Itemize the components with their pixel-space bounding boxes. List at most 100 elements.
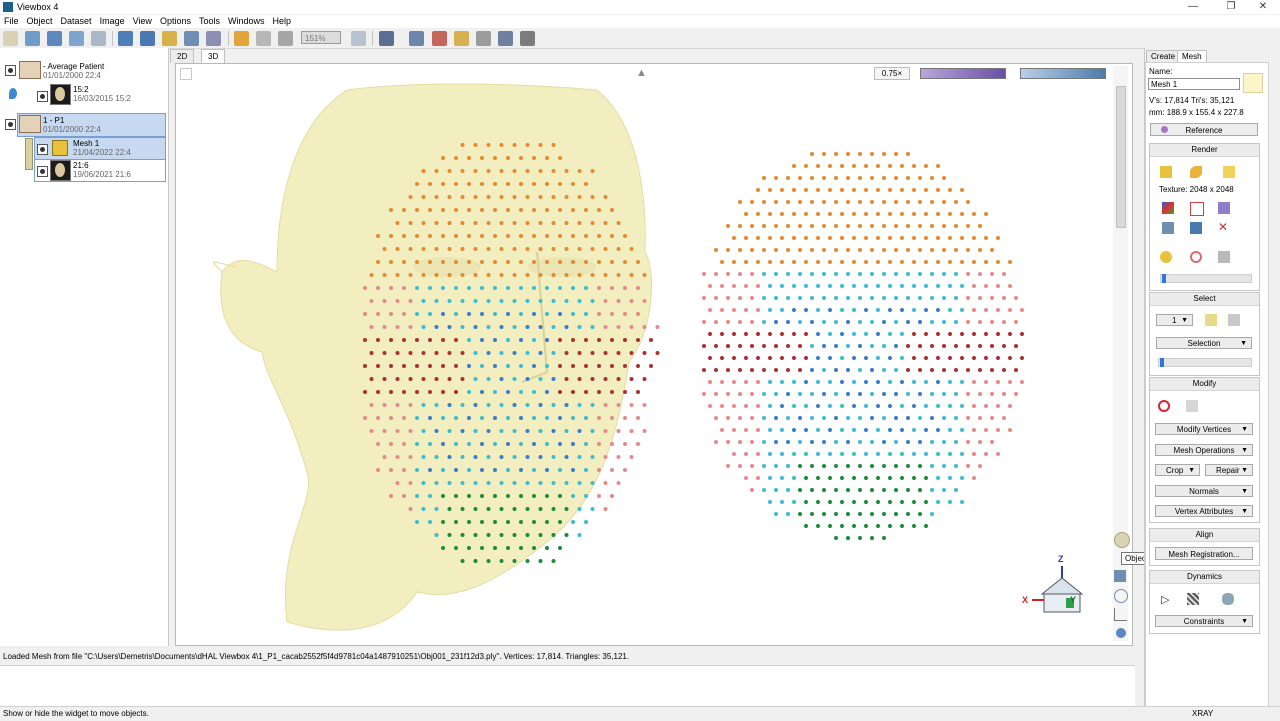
menu-help[interactable]: Help bbox=[269, 15, 296, 28]
menu-windows[interactable]: Windows bbox=[224, 15, 269, 28]
landmark-point bbox=[972, 380, 976, 384]
maximize-button[interactable]: ❐ bbox=[1214, 0, 1248, 14]
menu-dataset[interactable]: Dataset bbox=[57, 15, 96, 28]
landmark-tool-icon[interactable] bbox=[432, 31, 447, 46]
visibility-toggle-icon[interactable] bbox=[37, 166, 48, 177]
print-icon[interactable] bbox=[184, 31, 199, 46]
normals-dropdown[interactable]: Normals bbox=[1155, 485, 1253, 498]
viewport-scale-field[interactable]: 0.75× bbox=[874, 67, 910, 80]
solid-render-icon[interactable] bbox=[1160, 166, 1172, 178]
texture-render-icon[interactable] bbox=[1190, 166, 1202, 178]
refresh-icon[interactable] bbox=[278, 31, 293, 46]
landmark-point bbox=[834, 176, 838, 180]
wireframe-icon[interactable] bbox=[1190, 202, 1204, 216]
new-patient-icon[interactable] bbox=[3, 31, 18, 46]
menu-file[interactable]: File bbox=[0, 15, 23, 28]
visibility-toggle-icon[interactable] bbox=[5, 65, 16, 76]
menu-view[interactable]: View bbox=[129, 15, 156, 28]
reference-button[interactable]: Reference bbox=[1150, 123, 1258, 136]
tab-3d[interactable]: 3D bbox=[201, 49, 226, 63]
tree-node-p1[interactable]: 1 - P1 01/01/2000 22:4 bbox=[43, 116, 101, 134]
landmark-point bbox=[762, 200, 766, 204]
axes-icon[interactable] bbox=[1114, 608, 1127, 621]
mesh-operations-dropdown[interactable]: Mesh Operations bbox=[1155, 444, 1253, 457]
angle-tool-icon[interactable] bbox=[476, 31, 491, 46]
tree-node-scan[interactable]: 15:2 16/03/2015 15:2 bbox=[73, 85, 131, 103]
minimize-button[interactable]: — bbox=[1176, 0, 1210, 14]
visibility-toggle-icon[interactable] bbox=[5, 119, 16, 130]
fit-view-icon[interactable] bbox=[409, 31, 424, 46]
light-icon[interactable] bbox=[1160, 251, 1172, 263]
tree-node-mesh[interactable]: Mesh 1 21/04/2022 22:4 bbox=[73, 139, 131, 157]
open-icon[interactable] bbox=[25, 31, 40, 46]
mesh-registration-button[interactable]: Mesh Registration... bbox=[1155, 547, 1253, 560]
visibility-toggle-icon[interactable] bbox=[37, 144, 48, 155]
save-as-icon[interactable] bbox=[140, 31, 155, 46]
menu-tools[interactable]: Tools bbox=[195, 15, 224, 28]
zoom-select[interactable]: 151% bbox=[301, 31, 341, 44]
opacity-slider[interactable] bbox=[1160, 274, 1252, 283]
selection-dropdown[interactable]: Selection bbox=[1156, 337, 1252, 350]
curvature-icon[interactable] bbox=[1218, 202, 1230, 214]
scrollbar-thumb[interactable] bbox=[1116, 86, 1126, 228]
modify-vertices-dropdown[interactable]: Modify Vertices bbox=[1155, 423, 1253, 436]
landmark-point bbox=[888, 188, 892, 192]
smooth-icon[interactable] bbox=[1158, 400, 1170, 412]
save-disk-icon[interactable] bbox=[118, 31, 133, 46]
zoom-icon[interactable] bbox=[351, 31, 366, 46]
vertex-attributes-dropdown[interactable]: Vertex Attributes bbox=[1155, 505, 1253, 518]
undo-icon[interactable] bbox=[234, 31, 249, 46]
select-mode-dropdown[interactable]: 1 bbox=[1156, 314, 1193, 327]
menu-object[interactable]: Object bbox=[23, 15, 57, 28]
import-icon[interactable] bbox=[47, 31, 62, 46]
dynamics-tool-icon[interactable] bbox=[1222, 593, 1234, 605]
redo-icon[interactable] bbox=[256, 31, 271, 46]
lamp-icon[interactable] bbox=[1218, 251, 1230, 263]
landmark-point bbox=[828, 380, 832, 384]
target-icon[interactable] bbox=[1190, 251, 1202, 263]
constraints-dropdown[interactable]: Constraints bbox=[1155, 615, 1253, 628]
landmark-point bbox=[395, 481, 400, 485]
orbit-icon[interactable] bbox=[1114, 589, 1128, 603]
menu-options[interactable]: Options bbox=[156, 15, 195, 28]
settings-tools-icon[interactable] bbox=[206, 31, 221, 46]
vertex-color-icon[interactable] bbox=[1223, 166, 1235, 178]
repair-dropdown[interactable]: Repair bbox=[1205, 464, 1253, 477]
folder-icon[interactable] bbox=[162, 31, 177, 46]
export-icon[interactable] bbox=[69, 31, 84, 46]
checker-icon[interactable] bbox=[1187, 593, 1199, 605]
screenshot-icon[interactable] bbox=[1190, 222, 1202, 234]
save-icon[interactable] bbox=[91, 31, 106, 46]
mesh-name-input[interactable]: Mesh 1 bbox=[1148, 78, 1240, 90]
grid-icon[interactable] bbox=[1114, 570, 1126, 582]
edit-pen-icon[interactable] bbox=[1186, 400, 1198, 412]
rgb-mesh-icon[interactable] bbox=[1162, 202, 1174, 214]
lasso-select-icon[interactable] bbox=[1205, 314, 1217, 326]
landmark-point bbox=[834, 296, 838, 300]
home-view-icon[interactable] bbox=[379, 31, 394, 46]
selection-slider[interactable] bbox=[1158, 358, 1252, 367]
tree-node-average-patient[interactable]: - Average Patient 01/01/2000 22:4 bbox=[43, 62, 104, 80]
play-icon[interactable]: ▷ bbox=[1161, 593, 1169, 606]
object-widget-icon[interactable] bbox=[1114, 532, 1130, 548]
color-range-bar-purple[interactable] bbox=[920, 68, 1006, 79]
mesh-color-swatch[interactable] bbox=[1243, 73, 1263, 93]
navigation-icon[interactable] bbox=[520, 31, 535, 46]
delete-icon[interactable]: ✕ bbox=[1218, 220, 1228, 234]
color-range-bar-blue[interactable] bbox=[1020, 68, 1106, 79]
camera-light-icon[interactable]: ▲ bbox=[636, 67, 647, 79]
tree-node-image[interactable]: 21:6 19/06/2021 21:6 bbox=[73, 161, 131, 179]
menu-image[interactable]: Image bbox=[96, 15, 129, 28]
crop-dropdown[interactable]: Crop bbox=[1155, 464, 1200, 477]
landmark-point bbox=[852, 260, 856, 264]
close-button[interactable]: ✕ bbox=[1246, 0, 1280, 14]
tab-2d[interactable]: 2D bbox=[170, 49, 195, 63]
ruler-icon[interactable] bbox=[454, 31, 469, 46]
print-mesh-icon[interactable] bbox=[1162, 222, 1174, 234]
crosshair-icon[interactable] bbox=[498, 31, 513, 46]
landmark-point bbox=[822, 248, 826, 252]
reset-view-icon[interactable] bbox=[1116, 628, 1126, 638]
brush-select-icon[interactable] bbox=[1228, 314, 1240, 326]
orientation-house-widget[interactable]: Z X Y bbox=[1022, 554, 1086, 614]
visibility-toggle-icon[interactable] bbox=[37, 91, 48, 102]
